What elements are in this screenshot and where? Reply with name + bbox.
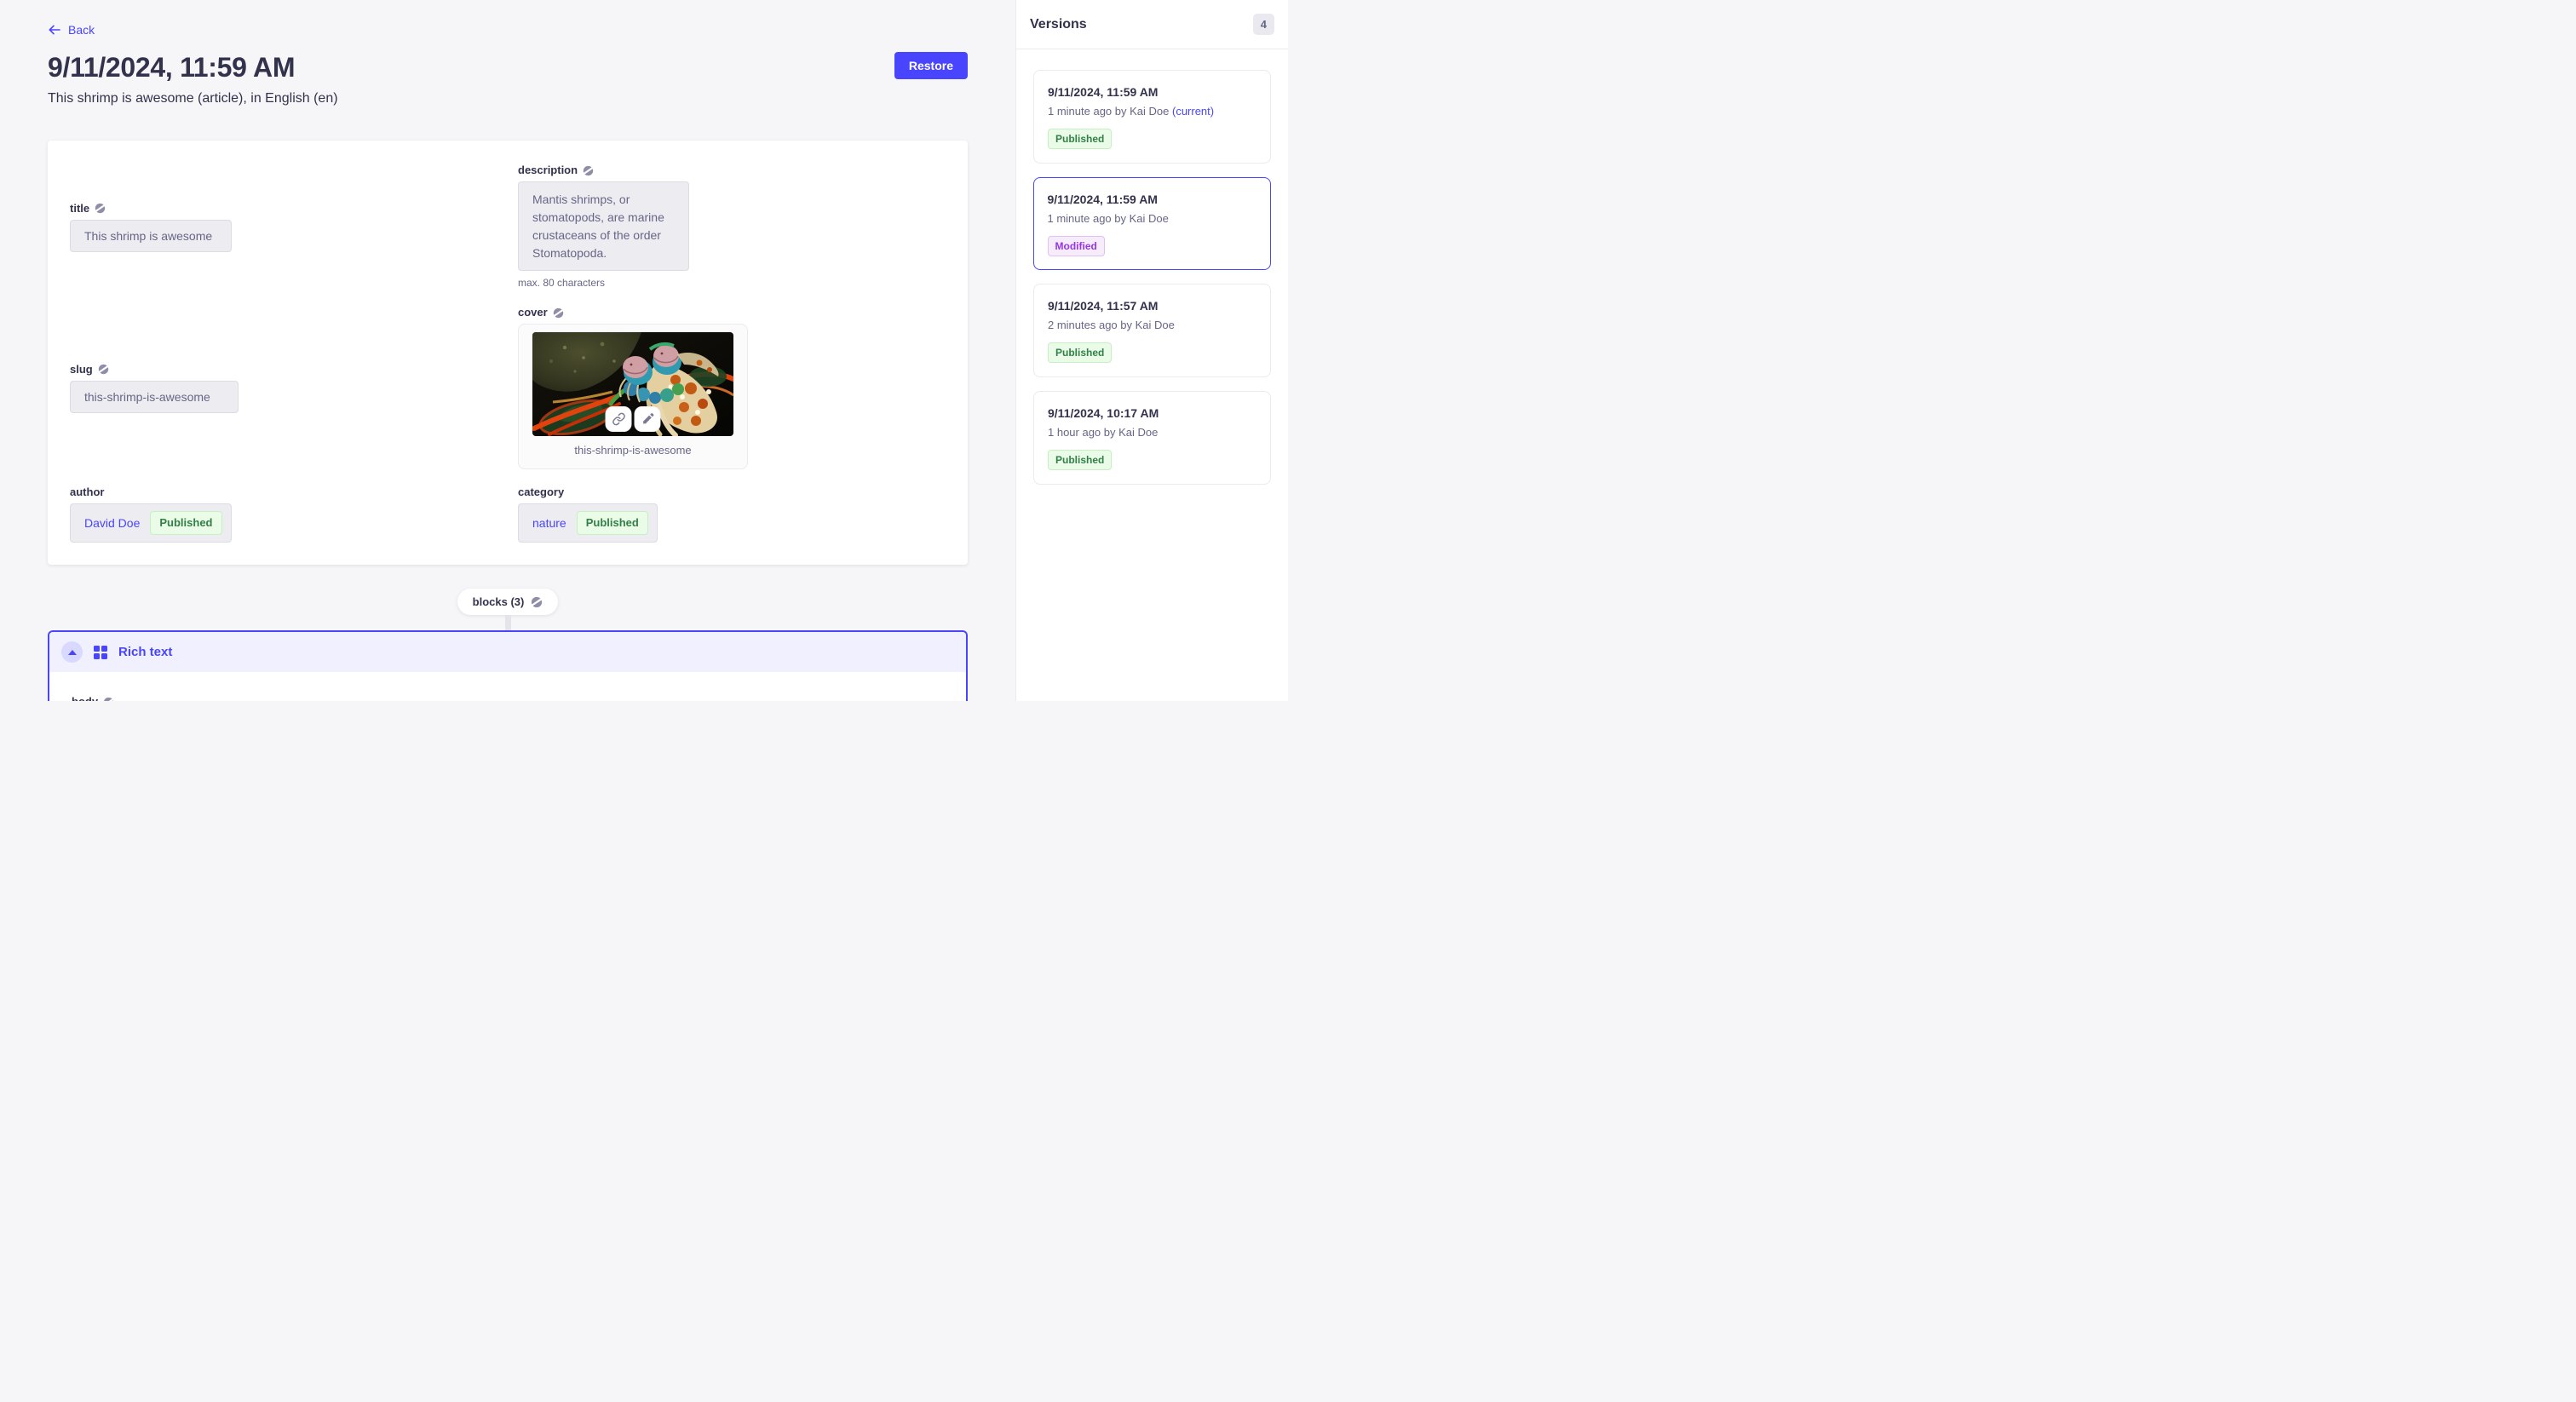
field-cover: cover: [518, 305, 946, 469]
blocks-field-wrap: blocks (3): [48, 589, 968, 630]
page-subtitle: This shrimp is awesome (article), in Eng…: [48, 89, 968, 108]
version-date: 9/11/2024, 11:57 AM: [1048, 298, 1256, 313]
author-link[interactable]: David Doe: [84, 516, 140, 530]
main-content: Back 9/11/2024, 11:59 AM Restore This sh…: [0, 0, 1015, 701]
rich-text-block-body: body: [49, 672, 966, 701]
versions-count-badge: 4: [1253, 14, 1274, 35]
back-label: Back: [68, 23, 95, 37]
category-relation-box: nature Published: [518, 503, 658, 543]
title-label: title: [70, 201, 89, 216]
field-title: title This shrimp is awesome: [70, 201, 497, 252]
version-card[interactable]: 9/11/2024, 11:59 AM 1 minute ago by Kai …: [1033, 70, 1271, 164]
component-grid-icon: [94, 646, 107, 659]
pencil-icon: [641, 412, 654, 426]
field-slug: slug this-shrimp-is-awesome: [70, 362, 497, 413]
copy-link-button[interactable]: [606, 406, 632, 432]
version-date: 9/11/2024, 10:17 AM: [1048, 405, 1256, 421]
field-description: description Mantis shrimps, or stomatopo…: [518, 163, 946, 290]
cover-asset-card: this-shrimp-is-awesome: [518, 324, 748, 469]
versions-header: Versions 4: [1016, 0, 1288, 49]
version-status-badge: Modified: [1048, 236, 1105, 256]
slug-input: this-shrimp-is-awesome: [70, 381, 239, 413]
title-input: This shrimp is awesome: [70, 220, 232, 252]
versions-title: Versions: [1030, 14, 1087, 35]
body-label: body: [72, 694, 98, 701]
blocks-field-pill: blocks (3): [457, 589, 559, 615]
history-view-screen: Back 9/11/2024, 11:59 AM Restore This sh…: [0, 0, 1288, 701]
cover-image: [532, 332, 733, 436]
globe-icon: [98, 364, 109, 375]
versions-sidebar: Versions 4 9/11/2024, 11:59 AM 1 minute …: [1015, 0, 1288, 701]
rich-text-block: Rich text body: [48, 630, 968, 701]
version-card[interactable]: 9/11/2024, 11:57 AM 2 minutes ago by Kai…: [1033, 284, 1271, 377]
author-status-badge: Published: [150, 511, 221, 535]
version-status-badge: Published: [1048, 129, 1112, 149]
cover-label: cover: [518, 305, 548, 320]
block-connector-line: [505, 615, 511, 630]
form-grid: title This shrimp is awesome description…: [70, 163, 946, 543]
slug-label: slug: [70, 362, 93, 377]
description-hint: max. 80 characters: [518, 276, 946, 290]
description-label: description: [518, 163, 578, 178]
arrow-left-icon: [48, 23, 61, 37]
caret-up-icon: [68, 650, 77, 655]
page-title: 9/11/2024, 11:59 AM: [48, 50, 295, 84]
globe-icon: [583, 165, 594, 176]
version-byline: 1 hour ago by Kai Doe: [1048, 425, 1256, 440]
link-icon: [612, 412, 625, 426]
header-row: 9/11/2024, 11:59 AM Restore: [48, 50, 968, 84]
edit-asset-button[interactable]: [635, 406, 661, 432]
globe-icon: [95, 203, 106, 214]
description-textarea: Mantis shrimps, or stomatopods, are mari…: [518, 181, 689, 271]
category-status-badge: Published: [577, 511, 648, 535]
globe-icon: [553, 307, 564, 319]
cover-action-buttons: [606, 406, 661, 432]
category-label: category: [518, 485, 564, 500]
field-author: author David Doe Published: [70, 485, 497, 543]
globe-icon: [103, 697, 114, 702]
rich-text-block-title: Rich text: [118, 645, 172, 659]
version-current-label: (current): [1172, 105, 1214, 118]
restore-button[interactable]: Restore: [894, 52, 968, 79]
version-byline: 1 minute ago by Kai Doe: [1048, 211, 1257, 226]
author-label: author: [70, 485, 104, 500]
back-link[interactable]: Back: [48, 23, 95, 37]
version-list: 9/11/2024, 11:59 AM 1 minute ago by Kai …: [1016, 49, 1288, 498]
version-status-badge: Published: [1048, 342, 1112, 363]
globe-icon: [531, 596, 543, 608]
version-status-badge: Published: [1048, 450, 1112, 470]
version-date: 9/11/2024, 11:59 AM: [1048, 84, 1256, 100]
version-date: 9/11/2024, 11:59 AM: [1048, 192, 1257, 207]
blocks-pill-label: blocks (3): [473, 595, 525, 608]
version-byline: 1 minute ago by Kai Doe (current): [1048, 104, 1256, 118]
version-card[interactable]: 9/11/2024, 11:59 AM 1 minute ago by Kai …: [1033, 177, 1271, 270]
collapse-toggle-button[interactable]: [61, 641, 83, 663]
cover-filename: this-shrimp-is-awesome: [532, 443, 733, 458]
version-form-card: title This shrimp is awesome description…: [48, 141, 968, 565]
category-link[interactable]: nature: [532, 516, 566, 530]
field-category: category nature Published: [518, 485, 946, 543]
author-relation-box: David Doe Published: [70, 503, 232, 543]
rich-text-block-header[interactable]: Rich text: [49, 632, 966, 672]
version-card[interactable]: 9/11/2024, 10:17 AM 1 hour ago by Kai Do…: [1033, 391, 1271, 485]
version-byline: 2 minutes ago by Kai Doe: [1048, 318, 1256, 332]
